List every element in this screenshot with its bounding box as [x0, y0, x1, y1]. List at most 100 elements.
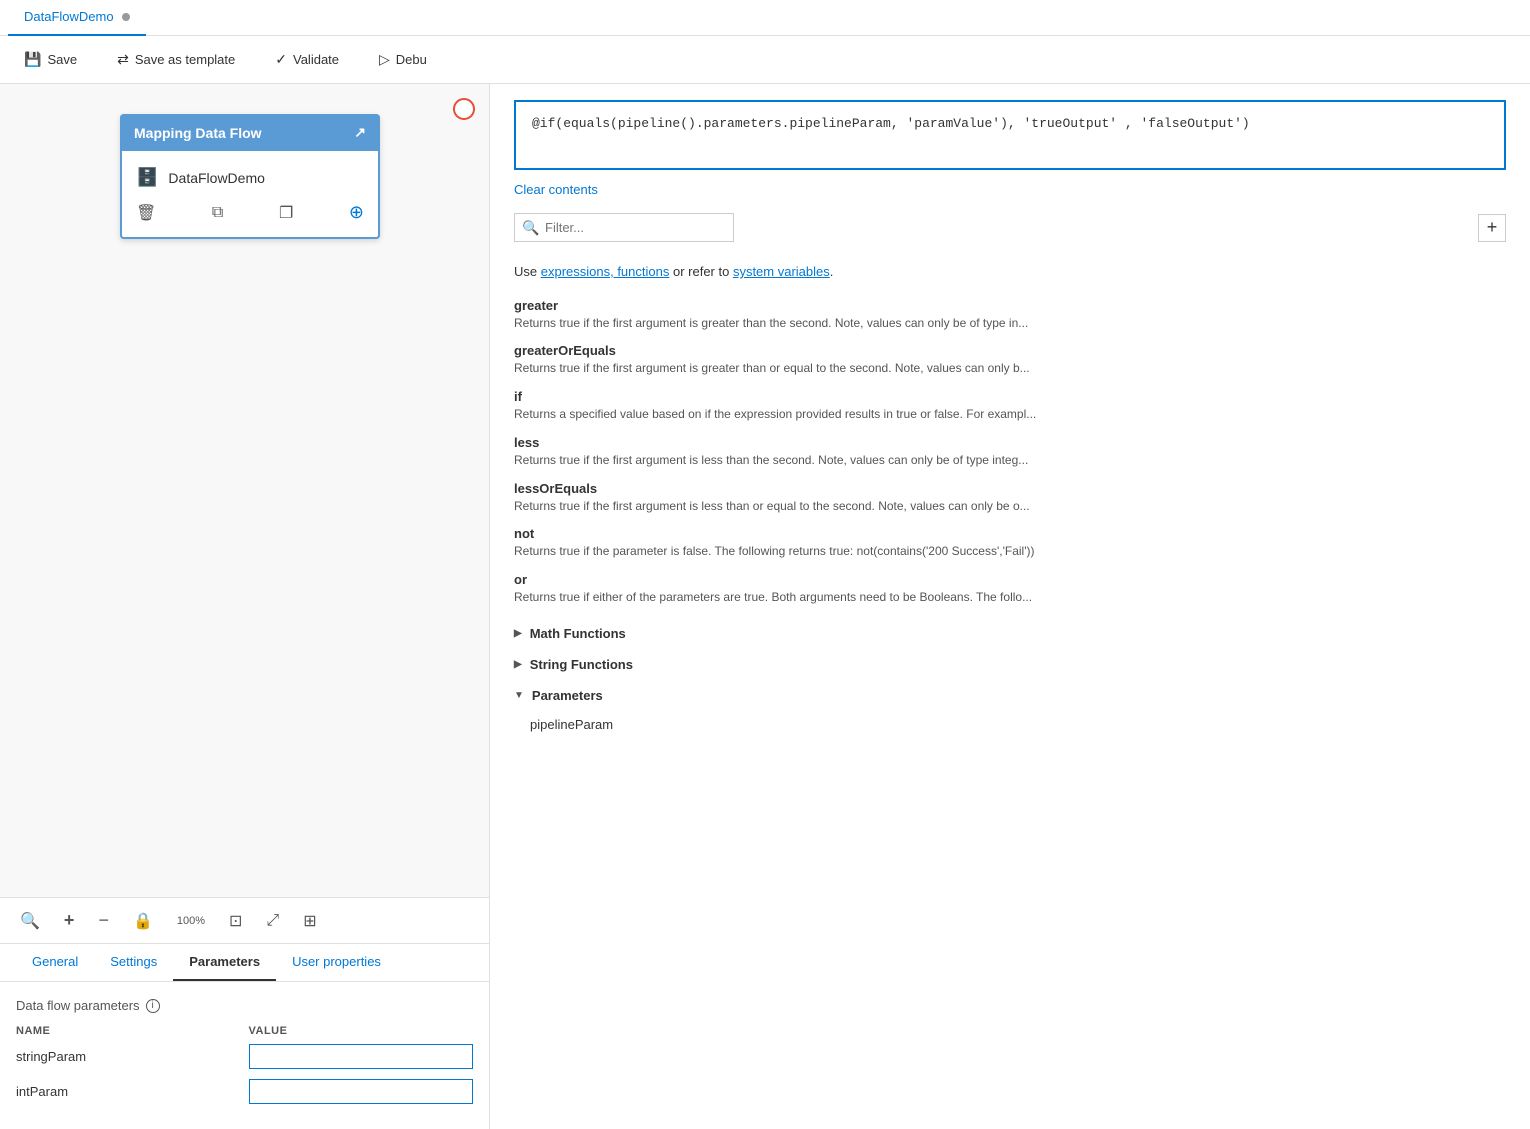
param-value-input-0[interactable] [249, 1044, 474, 1069]
save-button[interactable]: 💾 Save [16, 47, 85, 72]
expression-input[interactable]: @if(equals(pipeline().parameters.pipelin… [514, 100, 1506, 170]
func-name-4[interactable]: lessOrEquals [514, 481, 1506, 496]
save-as-template-label: Save as template [135, 52, 235, 67]
canvas-grid-button[interactable]: ⊞ [299, 907, 320, 935]
main-content: Mapping Data Flow ↗ 🗄️ DataFlowDemo 🗑 ⧉ … [0, 84, 1530, 1129]
copy-icon[interactable]: ⧉ [212, 204, 223, 222]
mdf-card-body: 🗄️ DataFlowDemo 🗑 ⧉ ❐ ⊕ [120, 151, 380, 239]
filter-wrapper: 🔍 [514, 213, 1470, 242]
func-item-0: greater Returns true if the first argume… [514, 298, 1506, 332]
parameters-section-content: pipelineParam [514, 711, 1506, 738]
canvas-search-button[interactable]: 🔍 [16, 907, 44, 935]
add-output-icon[interactable]: ⊕ [349, 202, 364, 223]
clone-icon[interactable]: ❐ [279, 203, 293, 223]
params-content: Data flow parameters i NAME VALUE string… [0, 982, 489, 1129]
save-label: Save [47, 52, 77, 67]
mdf-card: Mapping Data Flow ↗ 🗄️ DataFlowDemo 🗑 ⧉ … [120, 114, 380, 239]
func-name-2[interactable]: if [514, 389, 1506, 404]
circle-connector [453, 98, 475, 120]
canvas-toolbar: 🔍 + − 🔒 100% ⊡ ⤢ ⊞ [0, 897, 489, 943]
param-pipeline-param[interactable]: pipelineParam [530, 711, 1506, 738]
save-icon: 💾 [24, 51, 41, 68]
parameters-toggle-icon: ▼ [514, 690, 524, 701]
external-link-icon[interactable]: ↗ [354, 124, 366, 141]
validate-label: Validate [293, 52, 339, 67]
param-value-input-1[interactable] [249, 1079, 474, 1104]
tab-settings[interactable]: Settings [94, 944, 173, 981]
func-name-6[interactable]: or [514, 572, 1506, 587]
math-functions-toggle[interactable]: ▶ Math Functions [514, 618, 1506, 649]
func-desc-6: Returns true if either of the parameters… [514, 589, 1506, 606]
debug-label: Debu [396, 52, 427, 67]
param-name-0: stringParam [16, 1043, 241, 1070]
toolbar: 💾 Save ⇄ Save as template ✓ Validate ▷ D… [0, 36, 1530, 84]
params-table-header: NAME VALUE [16, 1025, 473, 1037]
func-item-1: greaterOrEquals Returns true if the firs… [514, 343, 1506, 377]
canvas-minus-button[interactable]: − [94, 906, 113, 935]
template-icon: ⇄ [117, 51, 129, 68]
save-as-template-button[interactable]: ⇄ Save as template [109, 47, 243, 72]
func-name-5[interactable]: not [514, 526, 1506, 541]
string-functions-toggle[interactable]: ▶ String Functions [514, 649, 1506, 680]
func-item-3: less Returns true if the first argument … [514, 435, 1506, 469]
func-desc-1: Returns true if the first argument is gr… [514, 360, 1506, 377]
canvas-lock-button[interactable]: 🔒 [129, 907, 157, 935]
system-variables-link[interactable]: system variables [733, 264, 830, 279]
func-name-1[interactable]: greaterOrEquals [514, 343, 1506, 358]
tab-general[interactable]: General [16, 944, 94, 981]
param-name-1: intParam [16, 1078, 241, 1105]
canvas-fit-button[interactable]: ⊡ [225, 907, 246, 935]
mdf-name: DataFlowDemo [168, 170, 264, 186]
debug-icon: ▷ [379, 51, 390, 68]
filter-search-icon: 🔍 [522, 219, 539, 236]
filter-input[interactable] [514, 213, 734, 242]
tab-user-properties[interactable]: User properties [276, 944, 397, 981]
validate-icon: ✓ [275, 51, 287, 68]
props-tabs: General Settings Parameters User propert… [0, 944, 489, 982]
func-item-4: lessOrEquals Returns true if the first a… [514, 481, 1506, 515]
add-button[interactable]: + [1478, 214, 1506, 242]
mdf-card-header: Mapping Data Flow ↗ [120, 114, 380, 151]
func-desc-4: Returns true if the first argument is le… [514, 498, 1506, 515]
tab-title: DataFlowDemo [24, 9, 114, 24]
params-section-header: Data flow parameters i [16, 998, 473, 1013]
parameters-toggle[interactable]: ▼ Parameters [514, 680, 1506, 711]
col-name-header: NAME [16, 1025, 241, 1037]
filter-row: 🔍 + [514, 213, 1506, 242]
delete-icon[interactable]: 🗑 [136, 203, 156, 223]
func-name-3[interactable]: less [514, 435, 1506, 450]
func-item-5: not Returns true if the parameter is fal… [514, 526, 1506, 560]
tab-parameters[interactable]: Parameters [173, 944, 276, 981]
func-desc-2: Returns a specified value based on if th… [514, 406, 1506, 423]
validate-button[interactable]: ✓ Validate [267, 47, 347, 72]
param-row-1: intParam [16, 1078, 473, 1105]
col-value-header: VALUE [249, 1025, 474, 1037]
mdf-name-row: 🗄️ DataFlowDemo [136, 161, 364, 194]
canvas-expand-button[interactable]: ⤢ [262, 908, 283, 934]
parameters-section-label: Parameters [532, 688, 603, 703]
tab-bar: DataFlowDemo [0, 0, 1530, 36]
math-toggle-icon: ▶ [514, 628, 522, 639]
right-panel: @if(equals(pipeline().parameters.pipelin… [490, 84, 1530, 1129]
tab-modified-dot [122, 13, 130, 21]
left-panel: Mapping Data Flow ↗ 🗄️ DataFlowDemo 🗑 ⧉ … [0, 84, 490, 1129]
debug-button[interactable]: ▷ Debu [371, 47, 435, 72]
mdf-header-title: Mapping Data Flow [134, 125, 262, 141]
math-functions-label: Math Functions [530, 626, 626, 641]
canvas-zoom-button[interactable]: 100% [173, 911, 209, 931]
functions-list: greater Returns true if the first argume… [514, 298, 1506, 607]
expression-value: @if(equals(pipeline().parameters.pipelin… [532, 116, 1250, 131]
string-functions-label: String Functions [530, 657, 633, 672]
hint-text: Use expressions, functions or refer to s… [514, 262, 1506, 282]
tab-dataflowdemo[interactable]: DataFlowDemo [8, 0, 146, 36]
func-name-0[interactable]: greater [514, 298, 1506, 313]
params-header-text: Data flow parameters [16, 998, 140, 1013]
mdf-actions: 🗑 ⧉ ❐ ⊕ [136, 194, 364, 227]
canvas-add-button[interactable]: + [60, 906, 79, 935]
canvas-area[interactable]: Mapping Data Flow ↗ 🗄️ DataFlowDemo 🗑 ⧉ … [0, 84, 489, 897]
dataflow-icon: 🗄️ [136, 167, 158, 188]
func-item-6: or Returns true if either of the paramet… [514, 572, 1506, 606]
clear-contents-link[interactable]: Clear contents [514, 182, 1506, 197]
expressions-functions-link[interactable]: expressions, functions [541, 264, 670, 279]
func-desc-5: Returns true if the parameter is false. … [514, 543, 1506, 560]
